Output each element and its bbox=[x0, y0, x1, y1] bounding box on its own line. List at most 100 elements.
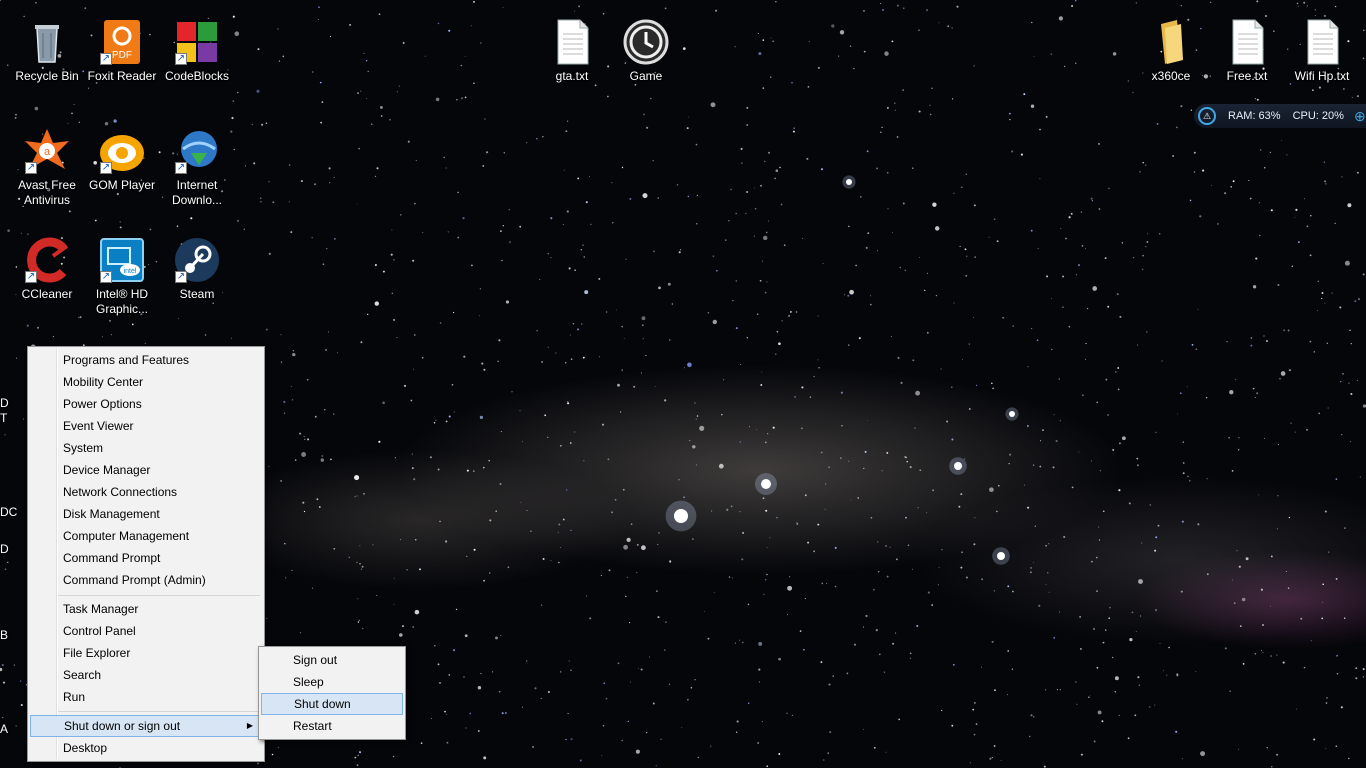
star bbox=[1283, 329, 1286, 332]
steam-desktop-icon[interactable]: ↗ Steam bbox=[160, 236, 234, 302]
star bbox=[873, 589, 875, 591]
menu-item-network-connections[interactable]: Network Connections bbox=[30, 481, 262, 503]
star bbox=[237, 220, 239, 222]
menu-item-control-panel[interactable]: Control Panel bbox=[30, 620, 262, 642]
star bbox=[544, 414, 547, 417]
star bbox=[319, 81, 322, 84]
star bbox=[1058, 16, 1064, 21]
menu-item-task-manager[interactable]: Task Manager bbox=[30, 598, 262, 620]
gom-player-desktop-icon[interactable]: ↗ GOM Player bbox=[85, 127, 159, 193]
star bbox=[565, 130, 568, 133]
star bbox=[542, 135, 544, 138]
star bbox=[710, 102, 716, 108]
star bbox=[321, 455, 324, 457]
star bbox=[917, 507, 919, 509]
star bbox=[1248, 179, 1250, 181]
expand-plus-icon[interactable]: ⊕ bbox=[1354, 108, 1366, 125]
internet-download-manager-desktop-icon[interactable]: ↗ Internet Downlo... bbox=[160, 127, 234, 208]
codeblocks-icon: ↗ bbox=[173, 18, 221, 66]
menu-item-file-explorer[interactable]: File Explorer bbox=[30, 642, 262, 664]
menu-item-search[interactable]: Search bbox=[30, 664, 262, 686]
ccleaner-desktop-icon[interactable]: ↗ CCleaner bbox=[10, 236, 84, 302]
free-txt-desktop-icon[interactable]: Free.txt bbox=[1210, 18, 1284, 84]
foxit-reader-desktop-icon[interactable]: PDF ↗ Foxit Reader bbox=[85, 18, 159, 84]
clipped-icon-label: D bbox=[0, 396, 9, 410]
star bbox=[884, 51, 889, 56]
star bbox=[328, 331, 329, 333]
menu-item-event-viewer[interactable]: Event Viewer bbox=[30, 415, 262, 437]
star bbox=[433, 422, 436, 424]
star bbox=[969, 762, 971, 764]
star bbox=[1075, 274, 1077, 276]
menu-item-command-prompt-admin[interactable]: Command Prompt (Admin) bbox=[30, 569, 262, 591]
star bbox=[422, 231, 424, 233]
star bbox=[692, 538, 694, 540]
star bbox=[1347, 203, 1352, 208]
star bbox=[1341, 433, 1343, 436]
star bbox=[828, 466, 830, 468]
star bbox=[498, 339, 501, 342]
star bbox=[645, 731, 648, 734]
system-monitor-widget[interactable]: ⚠ RAM: 63% CPU: 20% ⊕ bbox=[1194, 104, 1366, 128]
menu-item-system[interactable]: System bbox=[30, 437, 262, 459]
star bbox=[838, 55, 840, 57]
star bbox=[1294, 216, 1296, 218]
star bbox=[1078, 451, 1080, 453]
menu-item-programs-and-features[interactable]: Programs and Features bbox=[30, 349, 262, 371]
star bbox=[625, 258, 627, 260]
star bbox=[483, 579, 486, 582]
star bbox=[508, 209, 510, 211]
star bbox=[1282, 661, 1285, 664]
star bbox=[557, 531, 559, 533]
star bbox=[280, 480, 282, 482]
submenu-item-sign-out[interactable]: Sign out bbox=[261, 649, 403, 671]
menu-item-disk-management[interactable]: Disk Management bbox=[30, 503, 262, 525]
star bbox=[1116, 293, 1119, 296]
star bbox=[612, 222, 614, 224]
intel-hd-graphics-desktop-icon[interactable]: intel ↗ Intel® HD Graphic... bbox=[85, 236, 159, 317]
star bbox=[974, 256, 976, 258]
game-desktop-icon[interactable]: Game bbox=[609, 18, 683, 84]
submenu-item-restart[interactable]: Restart bbox=[261, 715, 403, 737]
star bbox=[312, 71, 314, 73]
star bbox=[758, 52, 762, 56]
star bbox=[1040, 440, 1041, 442]
menu-item-power-options[interactable]: Power Options bbox=[30, 393, 262, 415]
star bbox=[68, 210, 71, 213]
star bbox=[1079, 647, 1082, 650]
gta-txt-desktop-icon[interactable]: gta.txt bbox=[535, 18, 609, 84]
star bbox=[1182, 441, 1184, 443]
avast-desktop-icon[interactable]: a ↗ Avast Free Antivirus bbox=[10, 127, 84, 208]
menu-item-computer-management[interactable]: Computer Management bbox=[30, 525, 262, 547]
star bbox=[4, 434, 6, 436]
codeblocks-desktop-icon[interactable]: ↗ CodeBlocks bbox=[160, 18, 234, 84]
menu-item-shut-down-or-sign-out[interactable]: Shut down or sign out ▶ bbox=[30, 715, 262, 737]
star bbox=[866, 150, 869, 153]
shortcut-arrow-icon: ↗ bbox=[175, 162, 187, 174]
star bbox=[448, 415, 451, 418]
star bbox=[453, 311, 455, 314]
star bbox=[1058, 378, 1061, 380]
star bbox=[776, 330, 779, 333]
star bbox=[1322, 583, 1324, 586]
menu-item-mobility-center[interactable]: Mobility Center bbox=[30, 371, 262, 393]
star bbox=[393, 603, 395, 605]
wifi-hp-txt-desktop-icon[interactable]: Wifi Hp.txt bbox=[1285, 18, 1359, 84]
x360ce-desktop-icon[interactable]: x360ce bbox=[1134, 18, 1208, 84]
star bbox=[799, 630, 802, 632]
star bbox=[1176, 673, 1179, 676]
icon-label: Recycle Bin bbox=[15, 69, 79, 83]
menu-item-device-manager[interactable]: Device Manager bbox=[30, 459, 262, 481]
menu-item-desktop[interactable]: Desktop bbox=[30, 737, 262, 759]
recycle-bin-desktop-icon[interactable]: Recycle Bin bbox=[10, 18, 84, 84]
menu-item-command-prompt[interactable]: Command Prompt bbox=[30, 547, 262, 569]
star bbox=[1328, 551, 1330, 553]
star bbox=[993, 745, 996, 747]
star bbox=[867, 232, 870, 234]
star bbox=[722, 379, 725, 381]
submenu-item-shut-down[interactable]: Shut down bbox=[261, 693, 403, 715]
star bbox=[572, 323, 575, 325]
submenu-item-sleep[interactable]: Sleep bbox=[261, 671, 403, 693]
menu-item-run[interactable]: Run bbox=[30, 686, 262, 708]
clock-icon bbox=[622, 18, 670, 66]
